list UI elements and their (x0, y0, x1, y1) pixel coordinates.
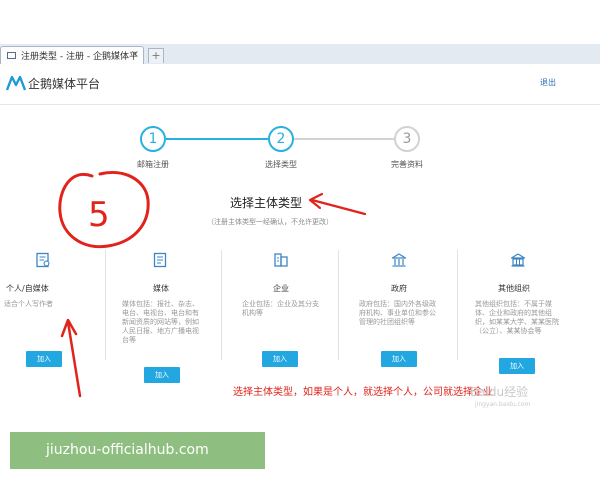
logo-icon (6, 75, 26, 91)
site-header: 企鹅媒体平台 退出 (0, 64, 600, 105)
category-other-org: 其他组织 其他组织包括：不属于媒体、企业和政府的其他组织，如某某大学、某某医院（… (474, 248, 578, 378)
watermark-url: jingyan.baidu.com (475, 401, 531, 408)
id-card-icon (36, 252, 50, 268)
category-government: 政府 政府包括：国内外各级政府机构、事业单位和参公管理的社团组织等 加入 (356, 248, 460, 378)
institution-icon (510, 253, 526, 267)
step-connector (166, 138, 268, 140)
section-title: 选择主体类型 (230, 196, 303, 210)
category-media: 媒体 媒体包括：报社、杂志、电台、电视台、电台和有新闻资质的网站等，例如人民日报… (118, 248, 222, 383)
step-1-circle: 1 (140, 126, 166, 152)
category-title: 企业 (273, 284, 289, 293)
annotation-number: 5 (88, 195, 110, 235)
new-tab-button[interactable]: + (148, 48, 164, 63)
step-connector (294, 138, 394, 140)
column-divider (105, 250, 106, 360)
overlay-banner: jiuzhou-officialhub.com (10, 432, 265, 469)
building-icon (274, 253, 288, 267)
annotation-arrowhead-left (308, 192, 324, 210)
join-other-org-button[interactable]: 加入 (499, 358, 535, 374)
tab-title: 注册类型 - 注册 - 企鹅媒体平 (21, 52, 138, 62)
step-3-circle: 3 (394, 126, 420, 152)
category-title: 媒体 (153, 284, 169, 293)
page: 注册类型 - 注册 - 企鹅媒体平 × + 企鹅媒体平台 退出 1 2 3 邮箱… (0, 0, 600, 480)
join-individual-button[interactable]: 加入 (26, 351, 62, 367)
join-government-button[interactable]: 加入 (381, 351, 417, 367)
join-media-button[interactable]: 加入 (144, 367, 180, 383)
category-description: 企业包括：企业及其分支机构等 (242, 300, 319, 317)
category-description: 媒体包括：报社、杂志、电台、电视台、电台和有新闻资质的网站等，例如人民日报、地方… (122, 300, 199, 344)
watermark-text: Baidu经验 (470, 385, 529, 399)
section-subtitle: （注册主体类型一经确认，不允许更改） (207, 218, 333, 226)
category-description: 政府包括：国内外各级政府机构、事业单位和参公管理的社团组织等 (359, 300, 436, 326)
step-3-label: 完善资料 (391, 160, 423, 169)
category-title: 其他组织 (498, 284, 530, 293)
favicon-icon (7, 52, 16, 59)
logo-text: 企鹅媒体平台 (28, 77, 101, 91)
government-icon (391, 253, 407, 267)
category-individual: 个人/自媒体 适合个人写作者 加入 (0, 248, 104, 378)
category-description: 适合个人写作者 (4, 300, 53, 308)
category-title: 政府 (391, 284, 407, 293)
browser-tabbar: 注册类型 - 注册 - 企鹅媒体平 × + (0, 0, 600, 65)
annotation-circle (58, 171, 150, 249)
step-1-label: 邮箱注册 (137, 160, 169, 169)
category-enterprise: 企业 企业包括：企业及其分支机构等 加入 (238, 248, 342, 378)
logout-link[interactable]: 退出 (540, 77, 556, 88)
annotation-arrow-right (310, 198, 367, 216)
join-enterprise-button[interactable]: 加入 (262, 351, 298, 367)
category-description: 其他组织包括：不属于媒体、企业和政府的其他组织，如某某大学、某某医院（公立）、某… (475, 300, 559, 335)
category-title: 个人/自媒体 (6, 284, 49, 293)
banner-text: jiuzhou-officialhub.com (46, 442, 209, 458)
step-2-circle: 2 (268, 126, 294, 152)
tab-close-icon[interactable]: × (131, 49, 139, 60)
browser-tab[interactable]: 注册类型 - 注册 - 企鹅媒体平 × (0, 46, 144, 64)
annotation-note: 选择主体类型，如果是个人，就选择个人，公司就选择企业 (233, 387, 493, 398)
media-document-icon (153, 252, 167, 268)
step-2-label: 选择类型 (265, 160, 297, 169)
